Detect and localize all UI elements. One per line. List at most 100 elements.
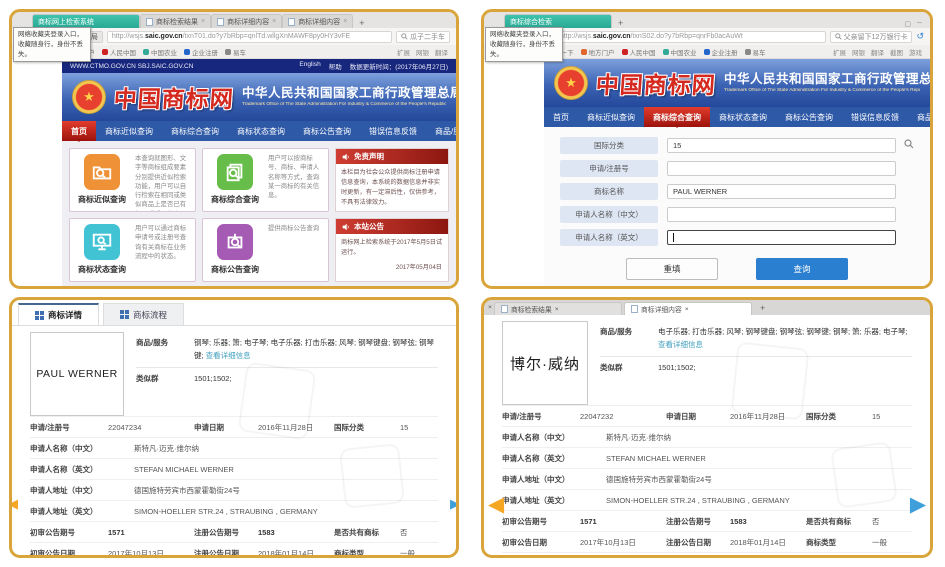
bookmark-item[interactable]: 地方门户: [580, 47, 615, 57]
new-tab-button[interactable]: +: [612, 18, 629, 28]
similar-group-label: 类似群: [136, 373, 159, 383]
minimize-icon[interactable]: ─: [917, 20, 922, 28]
close-icon[interactable]: ×: [488, 304, 492, 311]
tab-label: 商标综合检索: [510, 18, 552, 26]
card-gazette-search[interactable]: 商标公告查询 提供商标公告查询: [202, 218, 329, 282]
detail-content: PAUL WERNER 商品/服务 钢琴; 乐器; 箫; 电子琴; 电子乐器; …: [12, 326, 456, 555]
page-icon: [630, 305, 638, 313]
card-similar-search[interactable]: 商标近似查询 本查询就图形、文字等商标组成要素分别提供近似检索功能，用户可以自行…: [69, 148, 196, 212]
favorites-tooltip: 网络收藏夹登录入口， 收藏随身行，身份不丢失。: [13, 27, 91, 63]
app-number-input[interactable]: [667, 161, 896, 176]
tab-strip: 商标综合检索 + ▢ ─: [484, 12, 930, 28]
undo-icon[interactable]: ↺: [916, 31, 924, 42]
toolbar-games[interactable]: 游戏: [909, 47, 922, 57]
bookmark-icon: [143, 48, 149, 55]
ctmo-emblem-icon: ★: [554, 66, 588, 100]
next-arrow-icon[interactable]: ▶: [450, 497, 456, 512]
bookmark-item[interactable]: 人民中国: [621, 47, 656, 57]
english-link[interactable]: English: [299, 61, 320, 71]
nav-comprehensive-search[interactable]: 商标综合查询: [162, 121, 228, 141]
search-icon: [401, 33, 408, 40]
view-detail-link[interactable]: 查看详细信息: [658, 340, 703, 349]
document-search-icon: [217, 154, 253, 190]
close-icon[interactable]: ×: [343, 18, 347, 25]
quick-search-box[interactable]: 瓜子二手车: [396, 30, 450, 43]
nav-comprehensive-search[interactable]: 商标综合查询: [644, 107, 710, 128]
applicant-en-input[interactable]: [667, 230, 896, 245]
toolbar-extensions[interactable]: 扩展: [397, 47, 410, 57]
browser-tab-active[interactable]: 商标详细内容 ×: [623, 302, 752, 315]
reset-button[interactable]: 重填: [626, 258, 718, 280]
card-status-search[interactable]: 商标状态查询 用户可以通过商标申请号或注册号查询有关商标在业务流程中的状态。: [69, 218, 196, 282]
browser-chrome: 商标综合检索 + ▢ ─ ⌂ 国家工商总局 http://wsjs.saic.g…: [484, 12, 930, 63]
browser-tab[interactable]: 商标检索结果 ×: [493, 302, 622, 315]
page-icon: [288, 17, 296, 26]
bookmark-item[interactable]: 中国农业: [662, 47, 697, 57]
toolbar-netbank[interactable]: 网银: [852, 47, 865, 57]
bookmark-item[interactable]: 易车: [744, 47, 766, 57]
new-tab-button[interactable]: +: [754, 303, 771, 313]
nav-gazette-search[interactable]: 商标公告查询: [776, 107, 842, 127]
trademark-image: PAUL WERNER: [30, 332, 124, 416]
address-input[interactable]: http://wsjs. saic.gov.cn/txnT01.do?y7bRbp…: [106, 30, 392, 43]
view-detail-link[interactable]: 查看详细信息: [206, 351, 251, 360]
bookmark-item[interactable]: 企业注册: [184, 47, 218, 57]
screenshot-canvas: 商标网上检索系统 商标检索结果 × 商标详细内容 × 商标详细内容 × + ht…: [0, 0, 945, 567]
browser-tab[interactable]: 商标检索结果 ×: [140, 14, 212, 28]
next-arrow-icon[interactable]: ▶: [910, 492, 926, 516]
restore-icon[interactable]: ▢: [904, 20, 911, 28]
toolbar-extensions[interactable]: 扩展: [833, 47, 846, 57]
table-row: 申请/注册号 22047232 申请日期 2016年11月28日 国际分类 15: [502, 405, 912, 426]
browser-tab[interactable]: 商标详细内容 ×: [211, 14, 283, 28]
nav-status-search[interactable]: 商标状态查询: [228, 121, 294, 141]
close-icon[interactable]: ×: [555, 306, 559, 313]
bookmark-item[interactable]: 中国农业: [143, 47, 177, 57]
site-title: 中华人民共和国国家工商行政管理总局商标局: [242, 86, 456, 101]
browser-tab-active[interactable]: 商标网上检索系统: [32, 14, 140, 28]
card-comprehensive-search[interactable]: 商标综合查询 用户可以按商标号、商标、申请人名称等方式，查询某一商标的有关信息。: [202, 148, 329, 212]
search-button[interactable]: 查询: [756, 258, 848, 280]
prev-arrow-icon[interactable]: ◀: [12, 497, 18, 512]
nav-goods-services[interactable]: 商品/服务项目: [908, 107, 930, 127]
mark-name-input[interactable]: PAUL WERNER: [667, 184, 896, 199]
new-tab-button[interactable]: +: [353, 18, 370, 28]
nav-goods-services[interactable]: 商品/服务项目: [426, 121, 456, 141]
nav-home[interactable]: 首页: [544, 107, 578, 127]
help-link[interactable]: 帮助: [329, 61, 342, 71]
intl-class-input[interactable]: 15: [667, 138, 896, 153]
toolbar-netbank[interactable]: 网银: [416, 47, 429, 57]
toolbar-translate[interactable]: 翻译: [435, 47, 448, 57]
close-icon[interactable]: ×: [272, 18, 276, 25]
bookmark-item[interactable]: 人民中国: [102, 47, 136, 57]
address-input[interactable]: http://wsjs. saic.gov.cn/txnS02.do?y7bRbp…: [554, 30, 826, 43]
close-icon[interactable]: ×: [685, 306, 689, 313]
bookmark-item[interactable]: 易车: [225, 47, 246, 57]
browser-tab[interactable]: 商标详细内容 ×: [282, 14, 354, 28]
nav-home[interactable]: 首页: [62, 121, 96, 142]
toolbar-screenshot[interactable]: 截图: [890, 47, 903, 57]
panel-detail-paul-werner: 商标详情 商标流程 PAUL WERNER 商品/服务 钢琴; 乐器; 箫; 电…: [9, 297, 459, 558]
text-cursor: [673, 233, 674, 242]
tab-mark-detail[interactable]: 商标详情: [18, 303, 100, 325]
app-number-label: 申请/注册号: [560, 160, 658, 177]
nav-similar-search[interactable]: 商标近似查询: [578, 107, 644, 127]
close-icon[interactable]: ×: [201, 18, 205, 25]
ctmo-emblem-icon: ★: [72, 80, 106, 114]
nav-status-search[interactable]: 商标状态查询: [710, 107, 776, 127]
browser-tab-active[interactable]: 商标综合检索: [504, 14, 612, 28]
nav-gazette-search[interactable]: 商标公告查询: [294, 121, 360, 141]
nav-error-feedback[interactable]: 错误信息反馈: [842, 107, 908, 127]
panel-detail-boer-weina: × 商标检索结果 × 商标详细内容 × + 博尔·威纳 商品/服务 电子乐器; …: [481, 297, 933, 558]
class-picker-search-icon[interactable]: [904, 139, 914, 149]
monitor-search-icon: [84, 224, 120, 260]
bookmark-item[interactable]: 企业注册: [703, 47, 738, 57]
toolbar-translate[interactable]: 翻译: [871, 47, 884, 57]
applicant-cn-input[interactable]: [667, 207, 896, 222]
quick-search-box[interactable]: 父亲留下12万银行卡: [829, 30, 913, 43]
nav-error-feedback[interactable]: 错误信息反馈: [360, 121, 426, 141]
bookmark-icon: [580, 48, 587, 55]
prev-arrow-icon[interactable]: ◀: [488, 492, 504, 516]
nav-similar-search[interactable]: 商标近似查询: [96, 121, 162, 141]
site-domains: WWW.CTMO.GOV.CN SBJ.SAIC.GOV.CN: [70, 62, 194, 70]
tab-mark-process[interactable]: 商标流程: [103, 303, 185, 325]
